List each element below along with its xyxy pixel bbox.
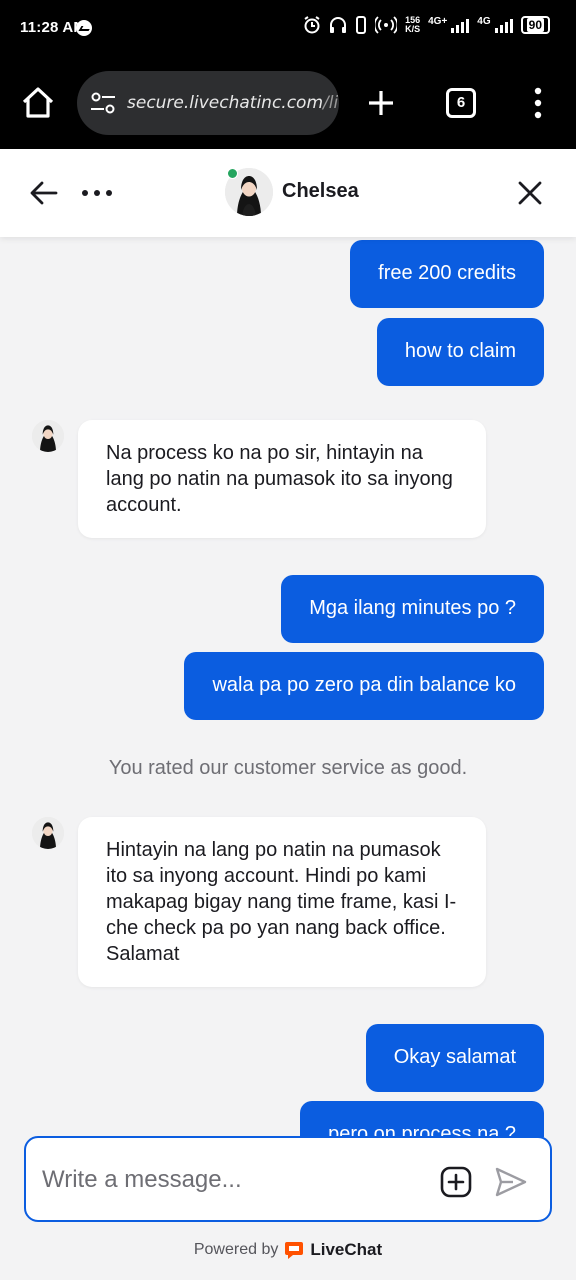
more-vert-icon[interactable] <box>528 86 548 120</box>
agent-message-avatar <box>32 420 64 452</box>
speed-unit: K/S <box>405 24 421 34</box>
powered-by-label: Powered by <box>193 1241 279 1258</box>
network-type-2: 4G <box>477 16 491 27</box>
home-icon[interactable] <box>20 85 56 121</box>
livechat-logo-icon <box>285 1242 304 1259</box>
url-domain: secure.livechatinc.com <box>127 93 324 113</box>
url-text[interactable]: secure.livechatinc.com/lice <box>127 93 339 113</box>
network-speed: 156 K/S <box>405 16 420 34</box>
messenger-notification-icon <box>76 20 92 36</box>
message-outgoing: Okay salamat <box>365 1024 544 1092</box>
status-indicators: 156 K/S 4G+ 4G 90 <box>303 16 550 34</box>
send-icon[interactable] <box>494 1166 528 1198</box>
message-list[interactable]: free 200 credits how to claim Na process… <box>0 237 576 1137</box>
address-bar[interactable]: secure.livechatinc.com/lice <box>77 71 339 135</box>
vibrate-icon <box>356 16 367 34</box>
message-outgoing: wala pa po zero pa din balance ko <box>184 652 544 720</box>
message-outgoing: Mga ilang minutes po ? <box>281 575 544 643</box>
browser-toolbar: secure.livechatinc.com/lice 6 <box>0 58 576 149</box>
message-outgoing: pero on process na ? <box>300 1101 544 1137</box>
site-settings-icon[interactable] <box>89 91 117 115</box>
message-outgoing: free 200 credits <box>350 240 544 308</box>
livechat-brand: LiveChat <box>310 1240 383 1259</box>
message-incoming: Na process ko na po sir, hintayin na lan… <box>78 420 486 538</box>
agent-photo <box>32 420 64 452</box>
tab-switcher-button[interactable]: 6 <box>446 88 476 118</box>
chat-header: Chelsea <box>0 149 576 237</box>
signal-icon-2 <box>494 17 513 33</box>
close-icon[interactable] <box>514 177 546 209</box>
signal-icon <box>451 17 470 33</box>
status-bar: 11:28 AM 156 K/S 4G+ 4G 90 <box>0 0 576 58</box>
battery-icon: 90 <box>520 16 550 34</box>
back-arrow-icon[interactable] <box>28 177 60 209</box>
battery-level: 90 <box>526 18 544 32</box>
add-attachment-icon[interactable] <box>440 1166 472 1198</box>
agent-message-avatar <box>32 817 64 849</box>
alarm-icon <box>304 16 320 34</box>
network-type-1: 4G+ <box>428 16 448 27</box>
more-horiz-icon[interactable] <box>80 185 116 201</box>
message-composer <box>24 1136 552 1222</box>
message-outgoing: how to claim <box>376 318 544 386</box>
agent-photo <box>32 817 64 849</box>
message-input[interactable] <box>42 1162 422 1198</box>
headphones-icon <box>330 17 347 33</box>
agent-name: Chelsea <box>282 180 359 202</box>
new-tab-icon[interactable] <box>366 88 396 118</box>
powered-by-footer[interactable]: Powered by LiveChat <box>0 1240 576 1260</box>
rating-system-message: You rated our customer service as good. <box>108 757 468 779</box>
online-status-dot <box>227 168 238 179</box>
message-incoming: Hintayin na lang po natin na pumasok ito… <box>78 817 486 987</box>
hotspot-icon <box>375 16 398 34</box>
url-path: /lice <box>323 93 339 113</box>
